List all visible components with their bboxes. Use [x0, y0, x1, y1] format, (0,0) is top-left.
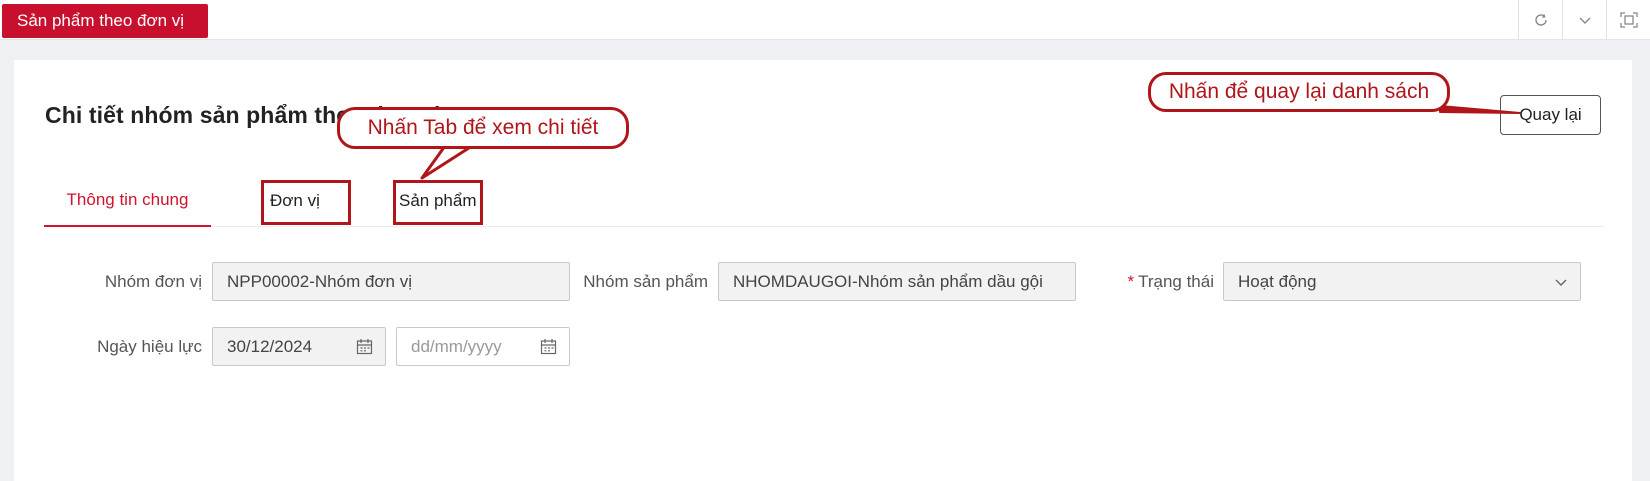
callout-back-hint: Nhấn để quay lại danh sách [1148, 72, 1450, 112]
callout-tab-hint: Nhấn Tab để xem chi tiết [337, 107, 629, 149]
